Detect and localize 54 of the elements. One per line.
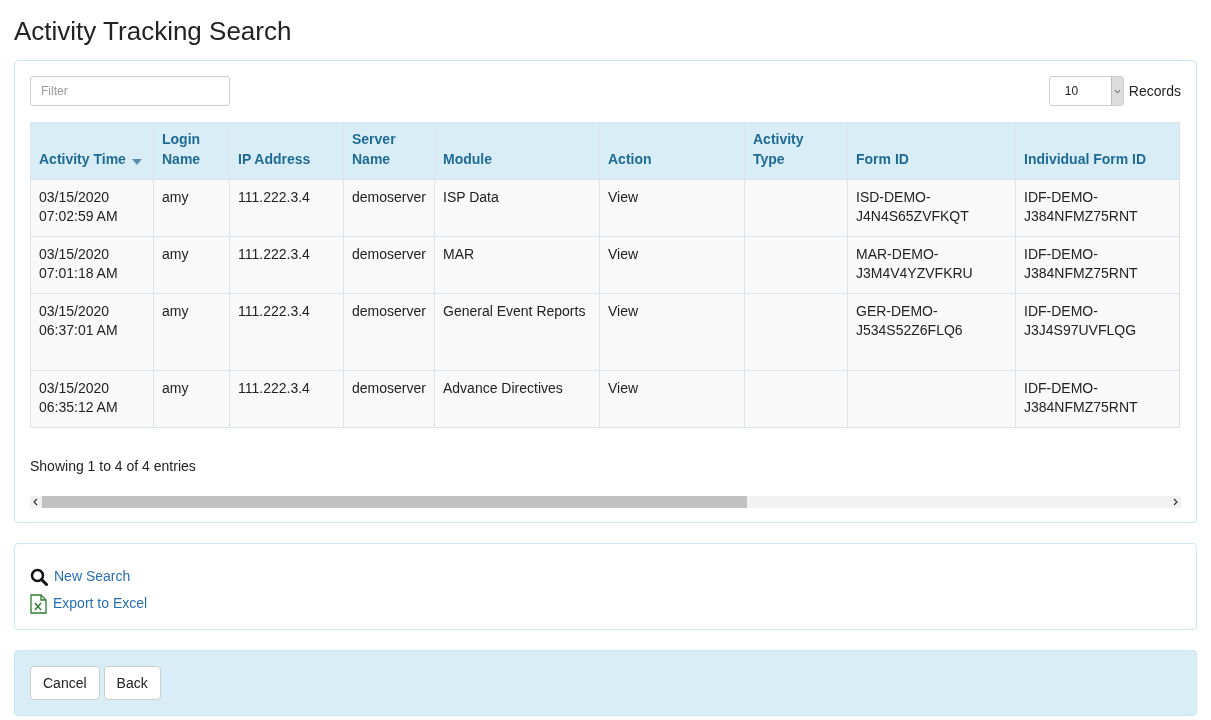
table-cell: ISD-DEMO-J4N4S65ZVFKQT [847,179,1016,237]
column-header[interactable]: Action [599,122,745,180]
page-title: Activity Tracking Search [14,15,293,48]
table-cell: MAR-DEMO-J3M4V4YZVFKRU [847,236,1016,294]
table-cell: IDF-DEMO-J3J4S97UVFLQG [1015,293,1180,371]
table-cell: ISP Data [434,179,600,237]
horizontal-scrollbar[interactable] [30,496,1181,508]
table-cell: GER-DEMO-J534S52Z6FLQ6 [847,293,1016,371]
table-cell: View [599,179,745,237]
table-cell: 03/15/2020 07:01:18 AM [30,236,154,294]
column-header[interactable]: Activity Time [30,122,154,180]
column-header[interactable]: Server Name [343,122,435,180]
column-header[interactable]: Login Name [153,122,230,180]
table-cell: demoserver [343,236,435,294]
table-cell: amy [153,236,230,294]
table-cell: amy [153,370,230,428]
table-cell: Advance Directives [434,370,600,428]
export-link[interactable]: Export to Excel [30,593,148,614]
table-cell: 111.222.3.4 [229,293,344,371]
entries-info: Showing 1 to 4 of 4 entries [30,457,197,476]
table-cell: demoserver [343,370,435,428]
table-cell: View [599,236,745,294]
records-label: Records [1128,81,1181,101]
search-icon [30,567,48,586]
table-cell: 111.222.3.4 [229,370,344,428]
caret-icon [1113,88,1121,94]
table-cell: MAR [434,236,600,294]
column-header[interactable]: IP Address [229,122,344,180]
sort-descending-icon [131,159,142,165]
table-cell: 03/15/2020 06:35:12 AM [30,370,154,428]
records-select[interactable]: 10 [1048,76,1124,106]
table-cell: amy [153,179,230,237]
form-button[interactable]: Cancel [30,666,100,700]
column-header[interactable]: Module [434,122,600,180]
table-cell: amy [153,293,230,371]
column-header[interactable]: Activity Type [744,122,848,180]
table-cell: IDF-DEMO-J384NFMZ75RNT [1015,179,1180,237]
column-header[interactable]: Form ID [847,122,1016,180]
table-cell: IDF-DEMO-J384NFMZ75RNT [1015,370,1180,428]
filter-field[interactable]: Filter [30,76,230,106]
table-cell: 03/15/2020 07:02:59 AM [30,179,154,237]
table-cell: 111.222.3.4 [229,236,344,294]
table-cell: demoserver [343,293,435,371]
table-cell: 111.222.3.4 [229,179,344,237]
table-cell: General Event Reports [434,293,600,371]
new-search-link[interactable]: New Search [30,566,131,587]
table-cell: IDF-DEMO-J384NFMZ75RNT [1015,236,1180,294]
excel-file-icon [30,593,47,614]
table-cell: 03/15/2020 06:37:01 AM [30,293,154,371]
form-button[interactable]: Back [103,666,161,700]
table-cell: View [599,293,745,371]
column-header[interactable]: Individual Form ID [1015,122,1180,180]
table-cell: View [599,370,745,428]
table-cell: demoserver [343,179,435,237]
